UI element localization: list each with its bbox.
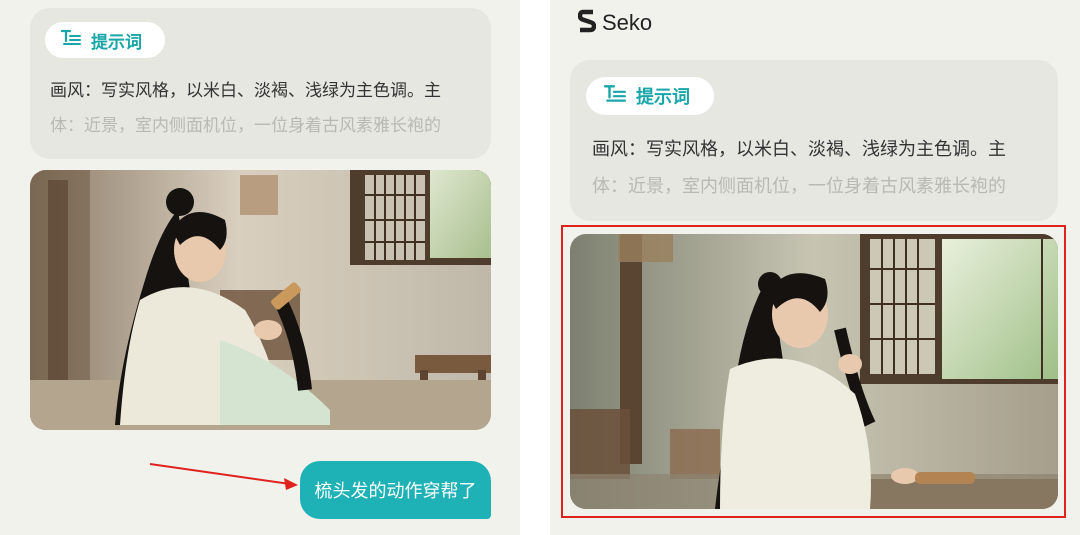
left-panel: 提示词 画风：写实风格，以米白、淡褐、浅绿为主色调。主 体：近景，室内侧面机位，… — [0, 0, 520, 535]
brand-name: Seko — [602, 10, 653, 35]
seko-logo-icon — [577, 9, 597, 37]
right-panel: Seko 提示词 画风：写实风格，以米白、淡褐、浅绿为主色调。主 体：近景，室内… — [550, 0, 1080, 535]
prompt-text-line-2: 体：近景，室内侧面机位，一位身着古风素雅长袍的 — [50, 116, 441, 136]
prompt-text-line-1: 画风：写实风格，以米白、淡褐、浅绿为主色调。主 — [592, 139, 1006, 160]
prompt-text-icon — [603, 84, 626, 108]
prompt-tag[interactable]: 提示词 — [586, 77, 714, 115]
prompt-tag-label: 提示词 — [91, 32, 142, 53]
prompt-tag[interactable]: 提示词 — [45, 22, 165, 58]
prompt-text-line-1: 画风：写实风格，以米白、淡褐、浅绿为主色调。主 — [50, 81, 441, 101]
highlight-box — [561, 225, 1066, 518]
user-message-bubble: 梳头发的动作穿帮了 — [300, 461, 491, 519]
prompt-card: 提示词 画风：写实风格，以米白、淡褐、浅绿为主色调。主 体：近景，室内侧面机位，… — [30, 8, 491, 159]
prompt-card: 提示词 画风：写实风格，以米白、淡褐、浅绿为主色调。主 体：近景，室内侧面机位，… — [570, 60, 1058, 221]
prompt-tag-label: 提示词 — [636, 87, 690, 108]
brand: Seko — [577, 9, 653, 37]
prompt-text-line-2: 体：近景，室内侧面机位，一位身着古风素雅长袍的 — [592, 176, 1006, 197]
generated-image[interactable] — [30, 170, 491, 430]
prompt-text-icon — [60, 29, 81, 51]
